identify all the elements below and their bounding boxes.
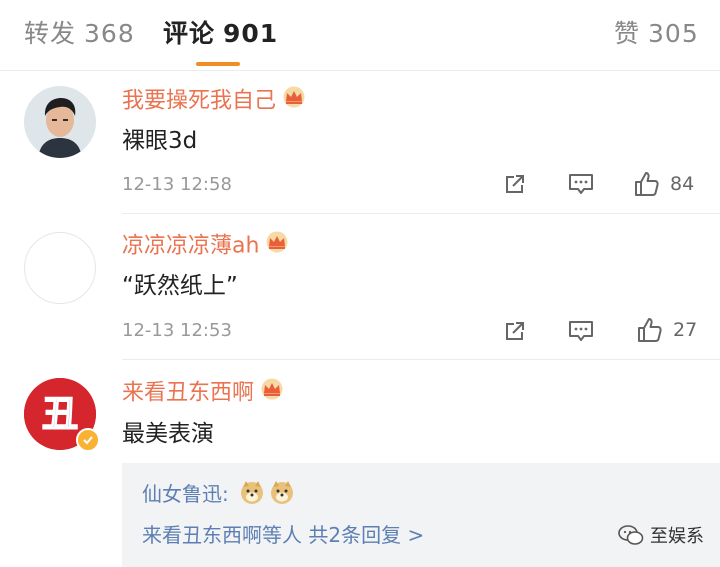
like-count: 84 [670,173,695,195]
tab-comment[interactable]: 评论 901 [163,16,278,52]
comment-icon [569,321,593,341]
view-replies-link[interactable]: 来看丑东西啊等人 共2条回复 > [142,521,424,549]
share-button[interactable] [503,172,527,196]
like-button[interactable]: 27 [636,316,697,344]
tab-bar: 转发 368 评论 901 赞 305 [0,0,720,70]
vip-crown-icon [263,231,291,262]
avatar[interactable] [24,232,96,304]
tab-comment-label: 评论 [163,19,216,48]
tab-repost[interactable]: 转发 368 [24,16,135,52]
reply-button[interactable] [568,319,594,343]
reply-button[interactable] [568,172,594,196]
comment-text: 裸眼3d [122,128,198,154]
tabs-divider [0,70,720,71]
wechat-icon [618,525,644,545]
reply-user: 仙女鲁迅: [142,482,229,506]
tab-like-label: 赞 [614,19,641,48]
comment-divider [122,359,720,360]
verified-badge-icon [76,428,100,452]
comment-divider [122,213,720,214]
watermark: 至娱系 [618,522,704,548]
tab-like[interactable]: 赞 305 [614,16,699,52]
vip-crown-icon [258,378,286,409]
watermark-text: 至娱系 [650,526,704,547]
tab-repost-label: 转发 [24,19,77,48]
doge-emoji-icon [239,479,265,512]
avatar-char: 丑 [42,394,78,435]
avatar[interactable] [24,86,96,158]
vip-crown-icon [280,86,308,117]
comment-icon [569,174,593,194]
comment-text: “跃然纸上” [122,273,238,299]
avatar-photo-icon [24,86,96,158]
tab-comment-count: 901 [223,19,279,48]
doge-emoji-icon [269,479,295,512]
username-text: 来看丑东西啊 [122,380,255,406]
username-text: 我要操死我自己 [122,88,277,114]
comment-username[interactable]: 我要操死我自己 [122,86,308,117]
comment-text: 最美表演 [122,421,214,447]
thumbs-up-icon [635,172,659,196]
comment-time: 12-13 12:58 [122,174,232,195]
share-icon [506,322,524,340]
like-button[interactable]: 84 [633,170,694,198]
tab-like-count: 305 [648,19,699,48]
username-text: 凉凉凉凉薄ah [122,233,260,259]
tab-repost-count: 368 [84,19,135,48]
replies-box: 仙女鲁迅: 来看丑东西啊等人 共2条回复 > [122,463,720,567]
avatar[interactable]: 丑 [24,378,100,452]
thumbs-up-icon [638,318,662,342]
like-count: 27 [673,319,698,341]
share-icon [506,175,524,193]
comment-username[interactable]: 来看丑东西啊 [122,378,286,409]
share-button[interactable] [503,319,527,343]
reply-preview[interactable]: 仙女鲁迅: [142,479,295,512]
active-tab-indicator [196,62,240,66]
comment-time: 12-13 12:53 [122,320,232,341]
comment-username[interactable]: 凉凉凉凉薄ah [122,231,291,262]
